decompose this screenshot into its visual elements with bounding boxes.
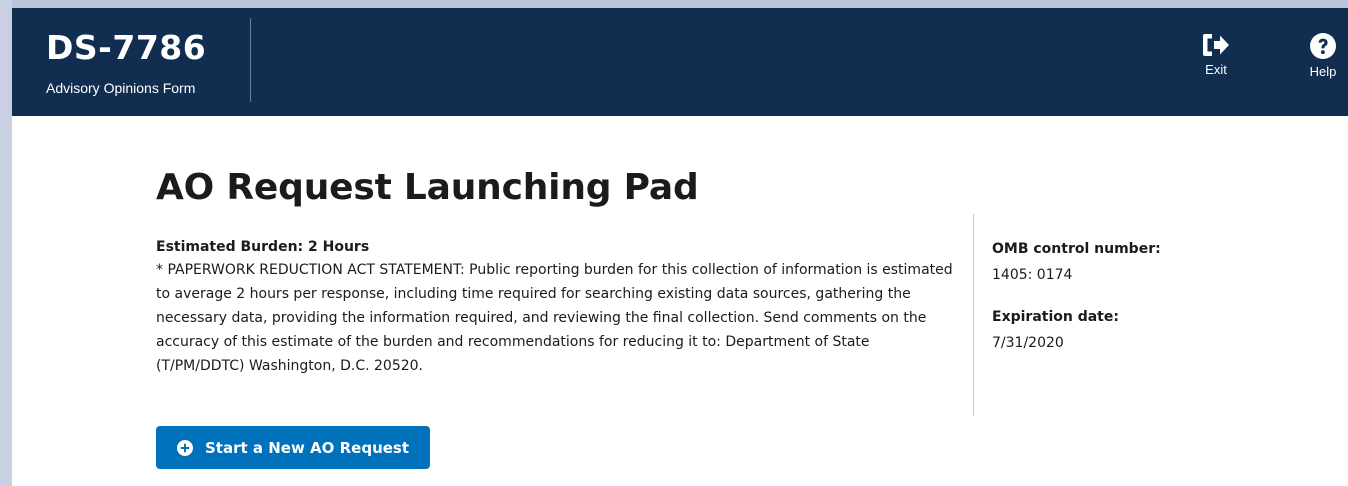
form-name: Advisory Opinions Form xyxy=(46,80,196,96)
vertical-divider xyxy=(973,214,974,416)
burden-heading: Estimated Burden: 2 Hours xyxy=(156,239,370,255)
exit-icon xyxy=(1192,32,1240,58)
form-code: DS-7786 xyxy=(46,28,207,67)
exit-label: Exit xyxy=(1205,62,1227,77)
exit-button[interactable]: Exit xyxy=(1192,32,1240,77)
burden-text: * PAPERWORK REDUCTION ACT STATEMENT: Pub… xyxy=(156,262,953,374)
omb-control-value: 1405: 0174 xyxy=(992,267,1073,283)
main-content: AO Request Launching Pad Estimated Burde… xyxy=(12,116,1348,486)
page-title: AO Request Launching Pad xyxy=(156,167,699,208)
help-label: Help xyxy=(1309,64,1337,79)
brand: DS-7786 Advisory Opinions Form xyxy=(46,28,206,96)
app-header: DS-7786 Advisory Opinions Form Exit Help xyxy=(12,8,1348,116)
header-divider xyxy=(250,18,251,102)
burden-statement: Estimated Burden: 2 Hours * PAPERWORK RE… xyxy=(156,238,956,378)
start-button-label: Start a New AO Request xyxy=(204,438,410,457)
plus-circle-icon xyxy=(176,439,193,456)
help-button[interactable]: Help xyxy=(1299,32,1347,79)
start-new-ao-request-button[interactable]: Start a New AO Request xyxy=(156,426,430,469)
omb-control-label: OMB control number: xyxy=(992,241,1161,257)
expiration-label: Expiration date: xyxy=(992,309,1119,325)
expiration-value: 7/31/2020 xyxy=(992,335,1064,351)
help-icon xyxy=(1299,32,1347,60)
left-strip xyxy=(0,0,12,486)
top-strip xyxy=(0,0,1348,8)
omb-info: OMB control number: 1405: 0174 Expiratio… xyxy=(992,240,1161,354)
